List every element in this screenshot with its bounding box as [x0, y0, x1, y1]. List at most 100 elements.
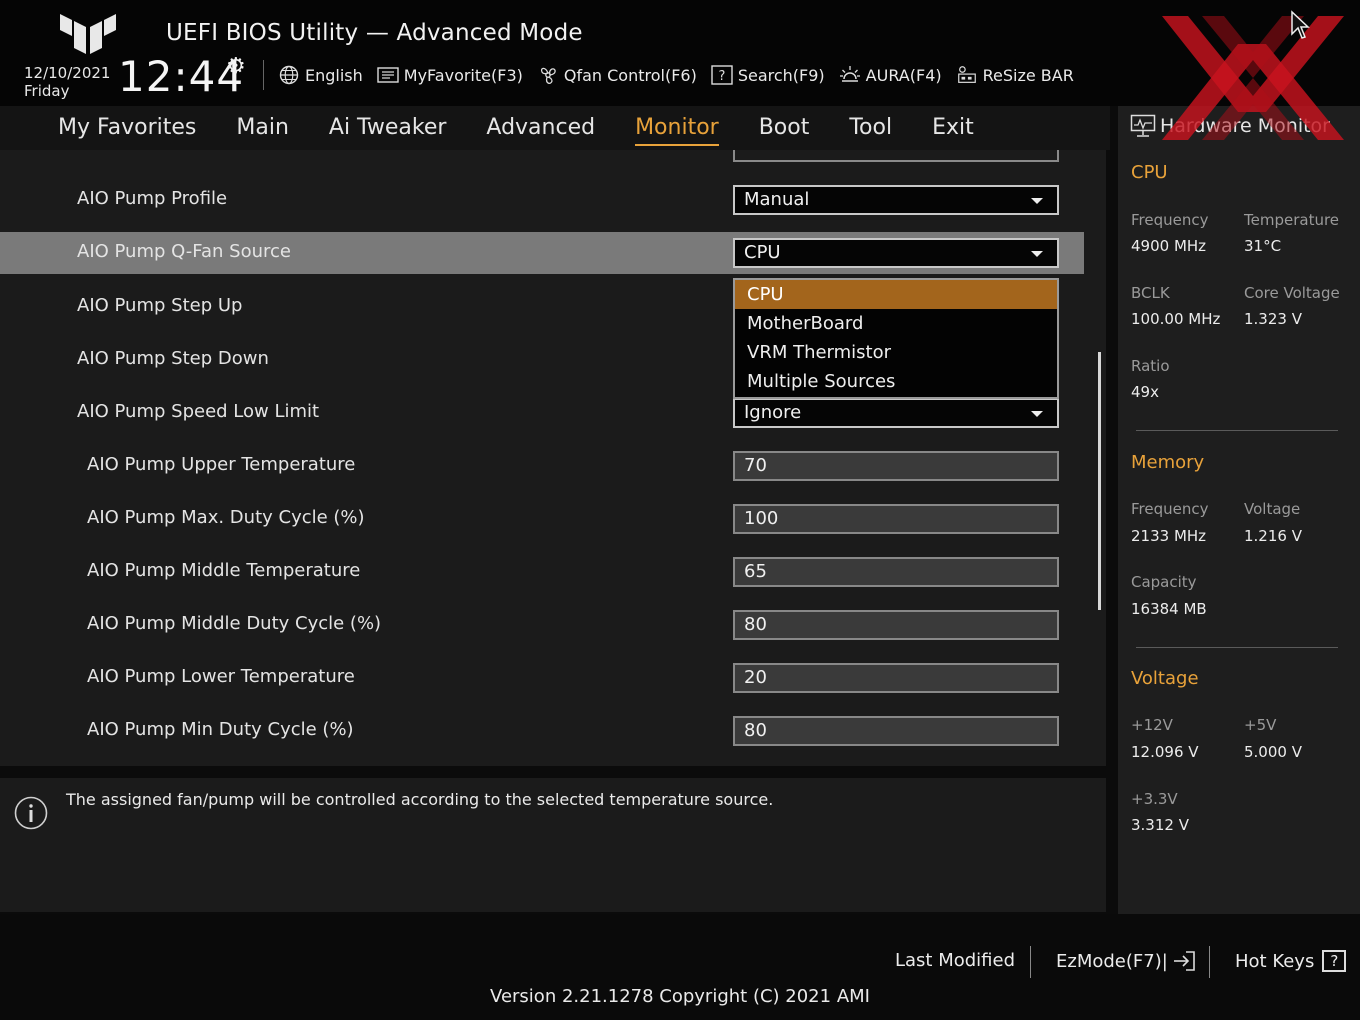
setting-label: AIO Pump Lower Temperature [87, 666, 355, 687]
myfavorite-label: MyFavorite(F3) [403, 65, 523, 85]
tab-tool[interactable]: Tool [829, 108, 912, 148]
pump-profile-select[interactable]: Manual [733, 185, 1059, 215]
qfan-control-button[interactable]: Qfan Control(F6) [537, 64, 697, 86]
setting-label: AIO Pump Middle Duty Cycle (%) [87, 613, 382, 634]
v33-label: +3.3V [1131, 790, 1178, 808]
resize-bar-icon [956, 64, 978, 86]
aura-button[interactable]: AURA(F4) [839, 64, 942, 86]
version-text: Version 2.21.1278 Copyright (C) 2021 AMI [490, 986, 870, 1007]
setting-row-max-duty[interactable]: AIO Pump Max. Duty Cycle (%) 100 [0, 495, 1084, 539]
upper-temp-field[interactable]: 70 [733, 451, 1059, 481]
last-modified-button[interactable]: Last Modified [895, 950, 1015, 971]
dropdown-option-vrm-thermistor[interactable]: VRM Thermistor [735, 338, 1057, 367]
tab-monitor[interactable]: Monitor [615, 108, 739, 148]
globe-icon [278, 64, 300, 86]
setting-row-qfan-source[interactable]: AIO Pump Q-Fan Source CPU [0, 232, 1084, 274]
date-display: 12/10/2021 [24, 64, 111, 82]
last-modified-label: Last Modified [895, 950, 1016, 971]
cpu-frequency-value: 4900 MHz [1131, 237, 1207, 255]
svg-text:?: ? [718, 69, 725, 84]
v12-value: 12.096 V [1131, 743, 1199, 761]
app-title: UEFI BIOS Utility — Advanced Mode [166, 20, 583, 46]
myfavorite-button[interactable]: MyFavorite(F3) [377, 64, 523, 86]
scrollbar[interactable] [1098, 352, 1101, 610]
language-label: English [305, 65, 363, 85]
core-voltage-value: 1.323 V [1244, 310, 1302, 328]
section-divider [1136, 430, 1338, 431]
select-value: Ignore [744, 402, 802, 423]
question-icon: ? [711, 64, 733, 86]
caret-down-icon [1031, 251, 1043, 257]
cpu-temperature-label: Temperature [1244, 211, 1340, 229]
setting-row-middle-temp[interactable]: AIO Pump Middle Temperature 65 [0, 548, 1084, 592]
dropdown-option-multiple-sources[interactable]: Multiple Sources [735, 367, 1057, 396]
help-text: The assigned fan/pump will be controlled… [66, 790, 774, 809]
setting-label: AIO Pump Step Down [77, 348, 269, 369]
tab-exit[interactable]: Exit [912, 108, 994, 148]
select-value: CPU [744, 242, 781, 263]
hot-keys-label: Hot Keys [1235, 950, 1315, 972]
v5-label: +5V [1244, 716, 1277, 734]
lower-temp-field[interactable]: 20 [733, 663, 1059, 693]
bclk-label: BCLK [1131, 284, 1170, 302]
toolbar: English MyFavorite(F3) Qfan Control(F6) … [278, 60, 1074, 90]
tab-ai-tweaker[interactable]: Ai Tweaker [309, 108, 467, 148]
tab-boot[interactable]: Boot [739, 108, 830, 148]
search-button[interactable]: ? Search(F9) [711, 64, 825, 86]
resize-bar-button[interactable]: ReSize BAR [956, 64, 1074, 86]
capacity-value: 16384 MB [1131, 600, 1207, 618]
middle-duty-field[interactable]: 80 [733, 610, 1059, 640]
setting-label: AIO Pump Profile [77, 188, 228, 209]
setting-label: AIO Pump Min Duty Cycle (%) [87, 719, 354, 740]
footer-divider [1209, 946, 1210, 978]
memory-frequency-label: Frequency [1131, 500, 1209, 518]
ezmode-label: EzMode(F7)| [1056, 950, 1168, 972]
bclk-value: 100.00 MHz [1131, 310, 1221, 328]
memory-heading: Memory [1131, 452, 1205, 473]
setting-row-lower-temp[interactable]: AIO Pump Lower Temperature 20 [0, 654, 1084, 698]
settings-panel: AIO Pump Profile Manual AIO Pump Q-Fan S… [0, 150, 1106, 766]
setting-label: AIO Pump Speed Low Limit [77, 401, 320, 422]
tab-advanced[interactable]: Advanced [466, 108, 615, 148]
v12-label: +12V [1131, 716, 1173, 734]
main-menu: My Favorites Main Ai Tweaker Advanced Mo… [38, 108, 994, 148]
setting-label: AIO Pump Middle Temperature [87, 560, 361, 581]
tab-my-favorites[interactable]: My Favorites [38, 108, 216, 148]
fan-icon [537, 64, 559, 86]
search-label: Search(F9) [737, 65, 825, 85]
setting-row-middle-duty[interactable]: AIO Pump Middle Duty Cycle (%) 80 [0, 601, 1084, 645]
setting-row-min-duty[interactable]: AIO Pump Min Duty Cycle (%) 80 [0, 707, 1084, 751]
qfan-source-select[interactable]: CPU [733, 238, 1059, 268]
hot-keys-button[interactable]: Hot Keys ? [1235, 950, 1347, 972]
cpu-temperature-value: 31°C [1244, 237, 1282, 255]
mouse-cursor-icon [1291, 10, 1310, 39]
v5-value: 5.000 V [1244, 743, 1302, 761]
ratio-label: Ratio [1131, 357, 1170, 375]
select-value: Manual [744, 189, 810, 210]
gear-icon[interactable]: ⚙ [226, 54, 246, 79]
setting-label: AIO Pump Max. Duty Cycle (%) [87, 507, 365, 528]
core-voltage-label: Core Voltage [1244, 284, 1340, 302]
day-display: Friday [24, 82, 70, 100]
ezmode-button[interactable]: EzMode(F7)| [1056, 950, 1196, 972]
min-duty-field[interactable]: 80 [733, 716, 1059, 746]
memory-frequency-value: 2133 MHz [1131, 527, 1207, 545]
dropdown-option-motherboard[interactable]: MotherBoard [735, 309, 1057, 338]
setting-row-upper-temp[interactable]: AIO Pump Upper Temperature 70 [0, 442, 1084, 486]
memory-voltage-value: 1.216 V [1244, 527, 1302, 545]
caret-down-icon [1031, 411, 1043, 417]
language-button[interactable]: English [278, 64, 363, 86]
caret-down-icon [1031, 198, 1043, 204]
tab-main[interactable]: Main [216, 108, 309, 148]
resize-bar-label: ReSize BAR [982, 65, 1074, 85]
setting-row-pump-profile[interactable]: AIO Pump Profile Manual [0, 176, 1084, 220]
max-duty-field[interactable]: 100 [733, 504, 1059, 534]
ratio-value: 49x [1131, 383, 1159, 401]
monitor-icon [1130, 114, 1156, 137]
partial-field [733, 150, 1059, 162]
speed-low-limit-select[interactable]: Ignore [733, 398, 1059, 428]
info-icon [14, 796, 48, 830]
middle-temp-field[interactable]: 65 [733, 557, 1059, 587]
favorite-list-icon [377, 64, 399, 86]
dropdown-option-cpu[interactable]: CPU [735, 280, 1057, 309]
